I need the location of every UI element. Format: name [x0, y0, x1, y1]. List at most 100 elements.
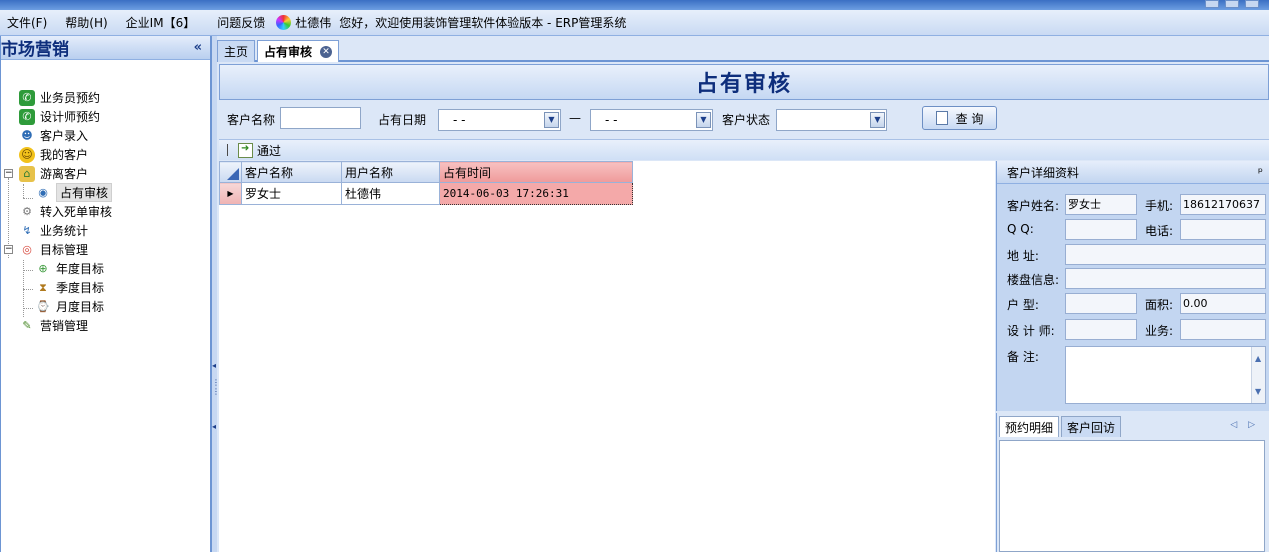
pin-icon[interactable]: ᵖ: [1258, 165, 1263, 179]
tab-home[interactable]: 主页: [217, 40, 256, 62]
tab-home-label: 主页: [224, 45, 249, 59]
mobile-field-label: 手机:: [1145, 199, 1174, 213]
search-button-label: 查 询: [955, 111, 984, 126]
customer-status-select[interactable]: ▼: [776, 109, 887, 131]
splitter-grip-icon: ⋮ ⋮: [212, 378, 220, 396]
remark-field[interactable]: [1065, 346, 1266, 404]
close-window-button[interactable]: [1245, 0, 1259, 8]
action-toolbar: 通过: [219, 139, 1269, 160]
house-type-field-label: 户 型:: [1007, 298, 1039, 312]
sidebar-item-label: 季度目标: [56, 281, 105, 295]
address-field[interactable]: [1065, 244, 1266, 265]
approve-button[interactable]: 通过: [257, 142, 281, 159]
area-field[interactable]: 0.00: [1180, 293, 1266, 314]
column-header-user-name[interactable]: 用户名称: [341, 161, 440, 183]
sidebar-item-target-management[interactable]: ◎ 目标管理: [19, 240, 88, 259]
sidebar-item-label: 我的客户: [40, 148, 89, 162]
sidebar-item-drifting-customers[interactable]: ⌂ 游离客户: [19, 164, 88, 183]
tab-appointment-details[interactable]: 预约明细: [999, 416, 1060, 437]
sidebar-header: 市场营销 «: [1, 36, 210, 60]
address-field-label: 地 址:: [1007, 249, 1039, 263]
chevron-down-icon[interactable]: ▼: [696, 112, 711, 128]
page-title-bar: 占有审核: [219, 64, 1269, 100]
sidebar-item-month-target[interactable]: ⌚ 月度目标: [35, 297, 104, 316]
tab-scroll-arrows-icon[interactable]: ◁ ▷: [1230, 420, 1259, 430]
sidebar-item-label: 占有审核: [56, 183, 113, 202]
remark-scrollbar[interactable]: [1251, 347, 1265, 403]
business-field[interactable]: [1180, 319, 1266, 340]
date-from-picker[interactable]: - - ▼: [438, 109, 561, 131]
date-to-picker[interactable]: - - ▼: [590, 109, 713, 131]
collapse-sidebar-icon[interactable]: «: [194, 40, 202, 55]
hourglass-icon: ⧗: [39, 280, 47, 294]
cell-occupy-time[interactable]: 2014-06-03 17:26:31: [439, 182, 633, 205]
grid-corner[interactable]: [219, 161, 242, 183]
approve-icon: [238, 142, 253, 158]
sidebar-item-occupancy-review[interactable]: ◉ 占有审核: [35, 183, 113, 202]
sidebar-item-marketing-management[interactable]: ✎ 营销管理: [19, 316, 88, 335]
customer-name-label: 客户名称: [227, 113, 276, 127]
calendar-icon: ⌚: [36, 300, 50, 313]
table-row[interactable]: ▶ 罗女士 杜德伟 2014-06-03 17:26:31: [219, 182, 633, 205]
mobile-field[interactable]: 18612170637: [1180, 194, 1266, 215]
lower-tab-panel: 预约明细 客户回访 ◁ ▷: [996, 413, 1269, 552]
sidebar-item-business-stats[interactable]: ↯ 业务统计: [19, 221, 88, 240]
house-icon: ⌂: [19, 165, 35, 182]
chevron-down-icon[interactable]: ▼: [544, 112, 559, 128]
designer-field[interactable]: [1065, 319, 1137, 340]
toolbar-separator: [227, 144, 228, 156]
detail-panel-header: 客户详细资料 ᵖ: [997, 161, 1269, 184]
row-indicator-icon[interactable]: ▶: [219, 182, 242, 205]
customer-name-input[interactable]: [280, 107, 361, 129]
business-field-label: 业务:: [1145, 324, 1174, 338]
cell-customer-name[interactable]: 罗女士: [241, 182, 342, 205]
menu-file[interactable]: 文件(F): [0, 14, 54, 31]
menu-feedback[interactable]: 问题反馈: [210, 14, 272, 31]
sidebar-title: 市场营销: [1, 40, 69, 60]
chevron-down-icon[interactable]: ▼: [870, 112, 885, 128]
document-tab-bar: 主页 占有审核 ✕: [217, 38, 1269, 62]
splitter-arrow-icon: ◂: [212, 422, 217, 431]
gear-icon: ⚙: [22, 205, 32, 218]
globe-icon: ⊕: [38, 262, 48, 275]
sidebar-item-annual-target[interactable]: ⊕ 年度目标: [35, 259, 104, 278]
phone-icon: ✆: [19, 89, 35, 106]
qq-field[interactable]: [1065, 219, 1137, 240]
menu-bar: 文件(F) 帮助(H) 企业IM【6】 问题反馈 杜德伟 您好，欢迎使用装饰管理…: [0, 10, 1269, 36]
expander-drifting[interactable]: −: [4, 169, 13, 178]
date-to-value: - -: [605, 113, 618, 127]
sidebar-item-label: 转入死单审核: [40, 205, 113, 219]
sidebar-item-dead-order-review[interactable]: ⚙ 转入死单审核: [19, 202, 112, 221]
expander-targets[interactable]: −: [4, 245, 13, 254]
current-user-name: 杜德伟: [295, 16, 332, 30]
sidebar-item-designer-appt[interactable]: ✆ 设计师预约: [19, 107, 100, 126]
sidebar-item-quarter-target[interactable]: ⧗ 季度目标: [35, 278, 104, 297]
sidebar-item-customer-entry[interactable]: ☻ 客户录入: [19, 126, 88, 145]
theme-wheel-icon[interactable]: [276, 15, 292, 30]
house-type-field[interactable]: [1065, 293, 1137, 314]
sidebar: 市场营销 « − − ✆ 业务员预约 ✆ 设计师预约 ☻ 客户录入 ☺ 我的客户…: [0, 36, 212, 552]
tab-occupancy-review-label: 占有审核: [264, 45, 313, 59]
date-separator: —: [569, 111, 581, 125]
tab-customer-followup[interactable]: 客户回访: [1061, 416, 1122, 437]
column-header-customer-name[interactable]: 客户名称: [241, 161, 342, 183]
close-tab-icon[interactable]: ✕: [320, 45, 333, 58]
building-field[interactable]: [1065, 268, 1266, 289]
phone-field[interactable]: [1180, 219, 1266, 240]
sidebar-item-salesman-appt[interactable]: ✆ 业务员预约: [19, 88, 100, 107]
splitter-handle[interactable]: ◂ ⋮ ⋮ ◂: [212, 36, 220, 552]
search-button[interactable]: 查 询: [922, 106, 997, 130]
column-header-occupy-time[interactable]: 占有时间: [439, 161, 633, 183]
menu-help[interactable]: 帮助(H): [58, 14, 114, 31]
area-field-label: 面积:: [1145, 298, 1174, 312]
tab-occupancy-review[interactable]: 占有审核 ✕: [257, 40, 340, 62]
customer-name-field[interactable]: 罗女士: [1065, 194, 1137, 215]
filter-bar: 客户名称 占有日期 - - ▼ — - - ▼ 客户状态 ▼ 查 询: [219, 101, 1269, 137]
minimize-button[interactable]: [1205, 0, 1219, 8]
maximize-button[interactable]: [1225, 0, 1239, 8]
sidebar-item-my-customers[interactable]: ☺ 我的客户: [19, 145, 88, 164]
sidebar-item-label: 年度目标: [56, 262, 105, 276]
menu-im[interactable]: 企业IM【6】: [119, 14, 203, 31]
page-title: 占有审核: [695, 72, 792, 97]
cell-user-name[interactable]: 杜德伟: [341, 182, 440, 205]
